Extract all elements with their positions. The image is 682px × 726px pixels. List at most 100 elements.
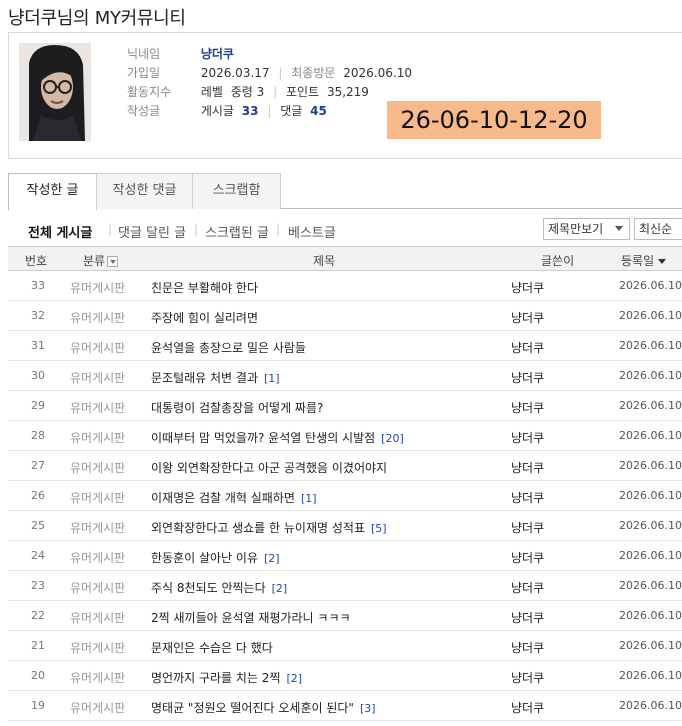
post-writer[interactable]: 냥더쿠 — [511, 579, 544, 596]
comment-count-badge[interactable]: [20] — [381, 432, 404, 445]
table-row[interactable]: 30 유머게시판 문조털래유 처변 결과 [1] 냥더쿠 2026.06.10 — [8, 361, 682, 391]
post-title-link[interactable]: 문재인은 수습은 다 했다 — [151, 641, 273, 655]
post-writer[interactable]: 냥더쿠 — [511, 339, 544, 356]
post-category[interactable]: 유머게시판 — [70, 609, 125, 626]
post-title-cell[interactable]: 대통령이 검찰총장을 어떻게 짜름? — [151, 399, 329, 416]
post-writer[interactable]: 냥더쿠 — [511, 459, 544, 476]
post-title-link[interactable]: 주식 8천되도 안찍는다 — [151, 581, 266, 595]
table-header: 번호 분류 제목 글쓴이 등록일 — [8, 246, 682, 271]
filter-all-posts[interactable]: 전체 게시글 — [28, 222, 92, 241]
comment-count-badge[interactable]: [2] — [286, 672, 302, 685]
post-category[interactable]: 유머게시판 — [70, 399, 125, 416]
post-title-cell[interactable]: 친문은 부활해야 한다 — [151, 279, 264, 296]
post-title-link[interactable]: 2찍 새끼들아 윤석열 재평가라니 ㅋㅋㅋ — [151, 611, 351, 625]
post-category[interactable]: 유머게시판 — [70, 639, 125, 656]
table-row[interactable]: 22 유머게시판 2찍 새끼들아 윤석열 재평가라니 ㅋㅋㅋ 냥더쿠 2026.06.1… — [8, 601, 682, 631]
post-title-link[interactable]: 이재명은 검찰 개혁 실패하면 — [151, 491, 295, 505]
table-row[interactable]: 31 유머게시판 윤석열을 총장으로 밀은 사람들 냥더쿠 2026.06.10 — [8, 331, 682, 361]
post-title-link[interactable]: 이왕 외연확장한다고 아군 공격했음 이겼어야지 — [151, 461, 387, 475]
post-writer[interactable]: 냥더쿠 — [511, 489, 544, 506]
post-category[interactable]: 유머게시판 — [70, 579, 125, 596]
table-row[interactable]: 24 유머게시판 한동훈이 살아난 이유 [2] 냥더쿠 2026.06.10 — [8, 541, 682, 571]
table-row[interactable]: 19 유머게시판 명태균 "정원오 떨어진다 오세훈이 된다" [3] 냥더쿠 2026.… — [8, 691, 682, 721]
post-title-cell[interactable]: 외연확장한다고 생쇼를 한 뉴이재명 성적표 [5] — [151, 519, 387, 536]
comment-count-badge[interactable]: [2] — [272, 582, 288, 595]
post-title-cell[interactable]: 2찍 새끼들아 윤석열 재평가라니 ㅋㅋㅋ — [151, 609, 357, 626]
table-row[interactable]: 33 유머게시판 친문은 부활해야 한다 냥더쿠 2026.06.10 — [8, 271, 682, 301]
table-row[interactable]: 23 유머게시판 주식 8천되도 안찍는다 [2] 냥더쿠 2026.06.10 — [8, 571, 682, 601]
comment-count-badge[interactable]: [1] — [264, 372, 280, 385]
comment-count-badge[interactable]: [3] — [360, 702, 376, 715]
post-category[interactable]: 유머게시판 — [70, 369, 125, 386]
table-row[interactable]: 32 유머게시판 주장에 힘이 실리려면 냥더쿠 2026.06.10 — [8, 301, 682, 331]
post-writer[interactable]: 냥더쿠 — [511, 309, 544, 326]
post-title-link[interactable]: 외연확장한다고 생쇼를 한 뉴이재명 성적표 — [151, 521, 365, 535]
view-mode-select[interactable]: 제목만보기 — [543, 218, 630, 240]
post-category[interactable]: 유머게시판 — [70, 459, 125, 476]
post-title-link[interactable]: 명태균 "정원오 떨어진다 오세훈이 된다" — [151, 701, 354, 715]
post-category[interactable]: 유머게시판 — [70, 699, 125, 716]
post-title-cell[interactable]: 윤석열을 총장으로 밀은 사람들 — [151, 339, 312, 356]
table-row[interactable]: 27 유머게시판 이왕 외연확장한다고 아군 공격했음 이겼어야지 냥더쿠 2026.0… — [8, 451, 682, 481]
post-category[interactable]: 유머게시판 — [70, 669, 125, 686]
post-title-cell[interactable]: 명태균 "정원오 떨어진다 오세훈이 된다" [3] — [151, 699, 376, 716]
post-writer[interactable]: 냥더쿠 — [511, 549, 544, 566]
post-title-link[interactable]: 이때부터 맘 먹었을까? 윤석열 탄생의 시발점 — [151, 431, 375, 445]
comment-count-badge[interactable]: [1] — [301, 492, 317, 505]
sort-order-select[interactable]: 최신순 — [634, 218, 682, 240]
post-writer[interactable]: 냥더쿠 — [511, 279, 544, 296]
post-writer[interactable]: 냥더쿠 — [511, 369, 544, 386]
comment-count-badge[interactable]: [2] — [264, 552, 280, 565]
post-writer[interactable]: 냥더쿠 — [511, 669, 544, 686]
avatar[interactable] — [19, 43, 91, 141]
post-title-cell[interactable]: 한동훈이 살아난 이유 [2] — [151, 549, 280, 566]
post-writer[interactable]: 냥더쿠 — [511, 699, 544, 716]
post-category[interactable]: 유머게시판 — [70, 429, 125, 446]
table-row[interactable]: 20 유머게시판 명언까지 구라를 치는 2찍 [2] 냥더쿠 2026.06.10 — [8, 661, 682, 691]
category-filter-icon[interactable] — [107, 256, 119, 267]
post-category[interactable]: 유머게시판 — [70, 309, 125, 326]
post-title-cell[interactable]: 문재인은 수습은 다 했다 — [151, 639, 279, 656]
post-category[interactable]: 유머게시판 — [70, 339, 125, 356]
post-title-link[interactable]: 대통령이 검찰총장을 어떻게 짜름? — [151, 401, 323, 415]
table-row[interactable]: 29 유머게시판 대통령이 검찰총장을 어떻게 짜름? 냥더쿠 2026.06.10 — [8, 391, 682, 421]
filter-best-posts[interactable]: 베스트글 — [288, 222, 336, 241]
post-title-cell[interactable]: 주식 8천되도 안찍는다 [2] — [151, 579, 287, 596]
post-title-link[interactable]: 주장에 힘이 실리려면 — [151, 311, 258, 325]
post-writer[interactable]: 냥더쿠 — [511, 609, 544, 626]
tab-written-comments[interactable]: 작성한 댓글 — [96, 173, 193, 209]
table-row[interactable]: 26 유머게시판 이재명은 검찰 개혁 실패하면 [1] 냥더쿠 2026.06.10 — [8, 481, 682, 511]
post-title-cell[interactable]: 명언까지 구라를 치는 2찍 [2] — [151, 669, 302, 686]
post-title-cell[interactable]: 이때부터 맘 먹었을까? 윤석열 탄생의 시발점 [20] — [151, 429, 404, 446]
column-header-date[interactable]: 등록일 — [621, 252, 667, 269]
comment-count-badge[interactable]: [5] — [371, 522, 387, 535]
table-row[interactable]: 25 유머게시판 외연확장한다고 생쇼를 한 뉴이재명 성적표 [5] 냥더쿠 2026.… — [8, 511, 682, 541]
post-title-link[interactable]: 한동훈이 살아난 이유 — [151, 551, 258, 565]
tab-written-posts[interactable]: 작성한 글 — [8, 173, 97, 210]
page-title: 냥더쿠님의 MY커뮤니티 — [8, 8, 186, 29]
post-writer[interactable]: 냥더쿠 — [511, 519, 544, 536]
post-category[interactable]: 유머게시판 — [70, 279, 125, 296]
post-category[interactable]: 유머게시판 — [70, 549, 125, 566]
post-title-cell[interactable]: 문조털래유 처변 결과 [1] — [151, 369, 280, 386]
table-row[interactable]: 21 유머게시판 문재인은 수습은 다 했다 냥더쿠 2026.06.10 — [8, 631, 682, 661]
post-writer[interactable]: 냥더쿠 — [511, 429, 544, 446]
post-category[interactable]: 유머게시판 — [70, 489, 125, 506]
column-header-category[interactable]: 분류 — [83, 252, 119, 269]
nickname[interactable]: 냥더쿠 — [201, 47, 234, 61]
post-category[interactable]: 유머게시판 — [70, 519, 125, 536]
post-title-link[interactable]: 명언까지 구라를 치는 2찍 — [151, 671, 280, 685]
post-title-link[interactable]: 친문은 부활해야 한다 — [151, 281, 258, 295]
post-title-cell[interactable]: 이왕 외연확장한다고 아군 공격했음 이겼어야지 — [151, 459, 393, 476]
post-title-link[interactable]: 문조털래유 처변 결과 — [151, 371, 258, 385]
post-title-link[interactable]: 윤석열을 총장으로 밀은 사람들 — [151, 341, 306, 355]
tab-scraps[interactable]: 스크랩함 — [192, 173, 281, 209]
table-row[interactable]: 28 유머게시판 이때부터 맘 먹었을까? 윤석열 탄생의 시발점 [20] 냥더쿠 20… — [8, 421, 682, 451]
filter-commented-posts[interactable]: 댓글 달린 글 — [118, 222, 186, 241]
post-writer[interactable]: 냥더쿠 — [511, 399, 544, 416]
post-number: 19 — [31, 699, 45, 712]
filter-scrapped-posts[interactable]: 스크랩된 글 — [205, 222, 269, 241]
post-title-cell[interactable]: 주장에 힘이 실리려면 — [151, 309, 264, 326]
post-title-cell[interactable]: 이재명은 검찰 개혁 실패하면 [1] — [151, 489, 317, 506]
post-writer[interactable]: 냥더쿠 — [511, 639, 544, 656]
